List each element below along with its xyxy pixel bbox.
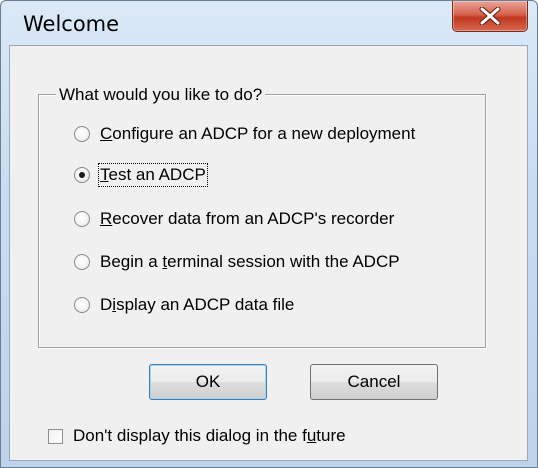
groupbox-label: What would you like to do? — [56, 86, 266, 104]
checkbox-label: Don't display this dialog in the future — [73, 426, 346, 445]
radio-display[interactable] — [74, 297, 90, 313]
radio-terminal[interactable] — [74, 254, 90, 270]
ok-button[interactable]: OK — [149, 364, 267, 400]
radio-configure[interactable] — [74, 126, 90, 142]
option-configure-adcp[interactable]: Configure an ADCP for a new deployment — [74, 122, 415, 146]
cancel-button[interactable]: Cancel — [310, 364, 438, 400]
dont-display-checkbox[interactable] — [48, 428, 63, 444]
option-label: Recover data from an ADCP's recorder — [100, 209, 395, 228]
dialog-title: Welcome — [23, 12, 120, 36]
radio-test[interactable] — [74, 167, 90, 183]
option-label: Test an ADCP — [98, 163, 208, 187]
option-label: Configure an ADCP for a new deployment — [100, 124, 416, 143]
close-button[interactable] — [452, 1, 528, 32]
option-terminal-session[interactable]: Begin a terminal session with the ADCP — [74, 250, 400, 274]
option-label: Begin a terminal session with the ADCP — [100, 252, 400, 271]
radio-recover[interactable] — [74, 211, 90, 227]
option-test-adcp[interactable]: Test an ADCP — [74, 163, 208, 187]
option-recover-data[interactable]: Recover data from an ADCP's recorder — [74, 207, 394, 231]
option-label: Display an ADCP data file — [100, 295, 295, 314]
close-icon — [479, 7, 501, 25]
option-display-data-file[interactable]: Display an ADCP data file — [74, 293, 294, 317]
title-bar[interactable]: Welcome — [1, 1, 537, 45]
dont-display-option[interactable]: Don't display this dialog in the future — [48, 424, 346, 448]
